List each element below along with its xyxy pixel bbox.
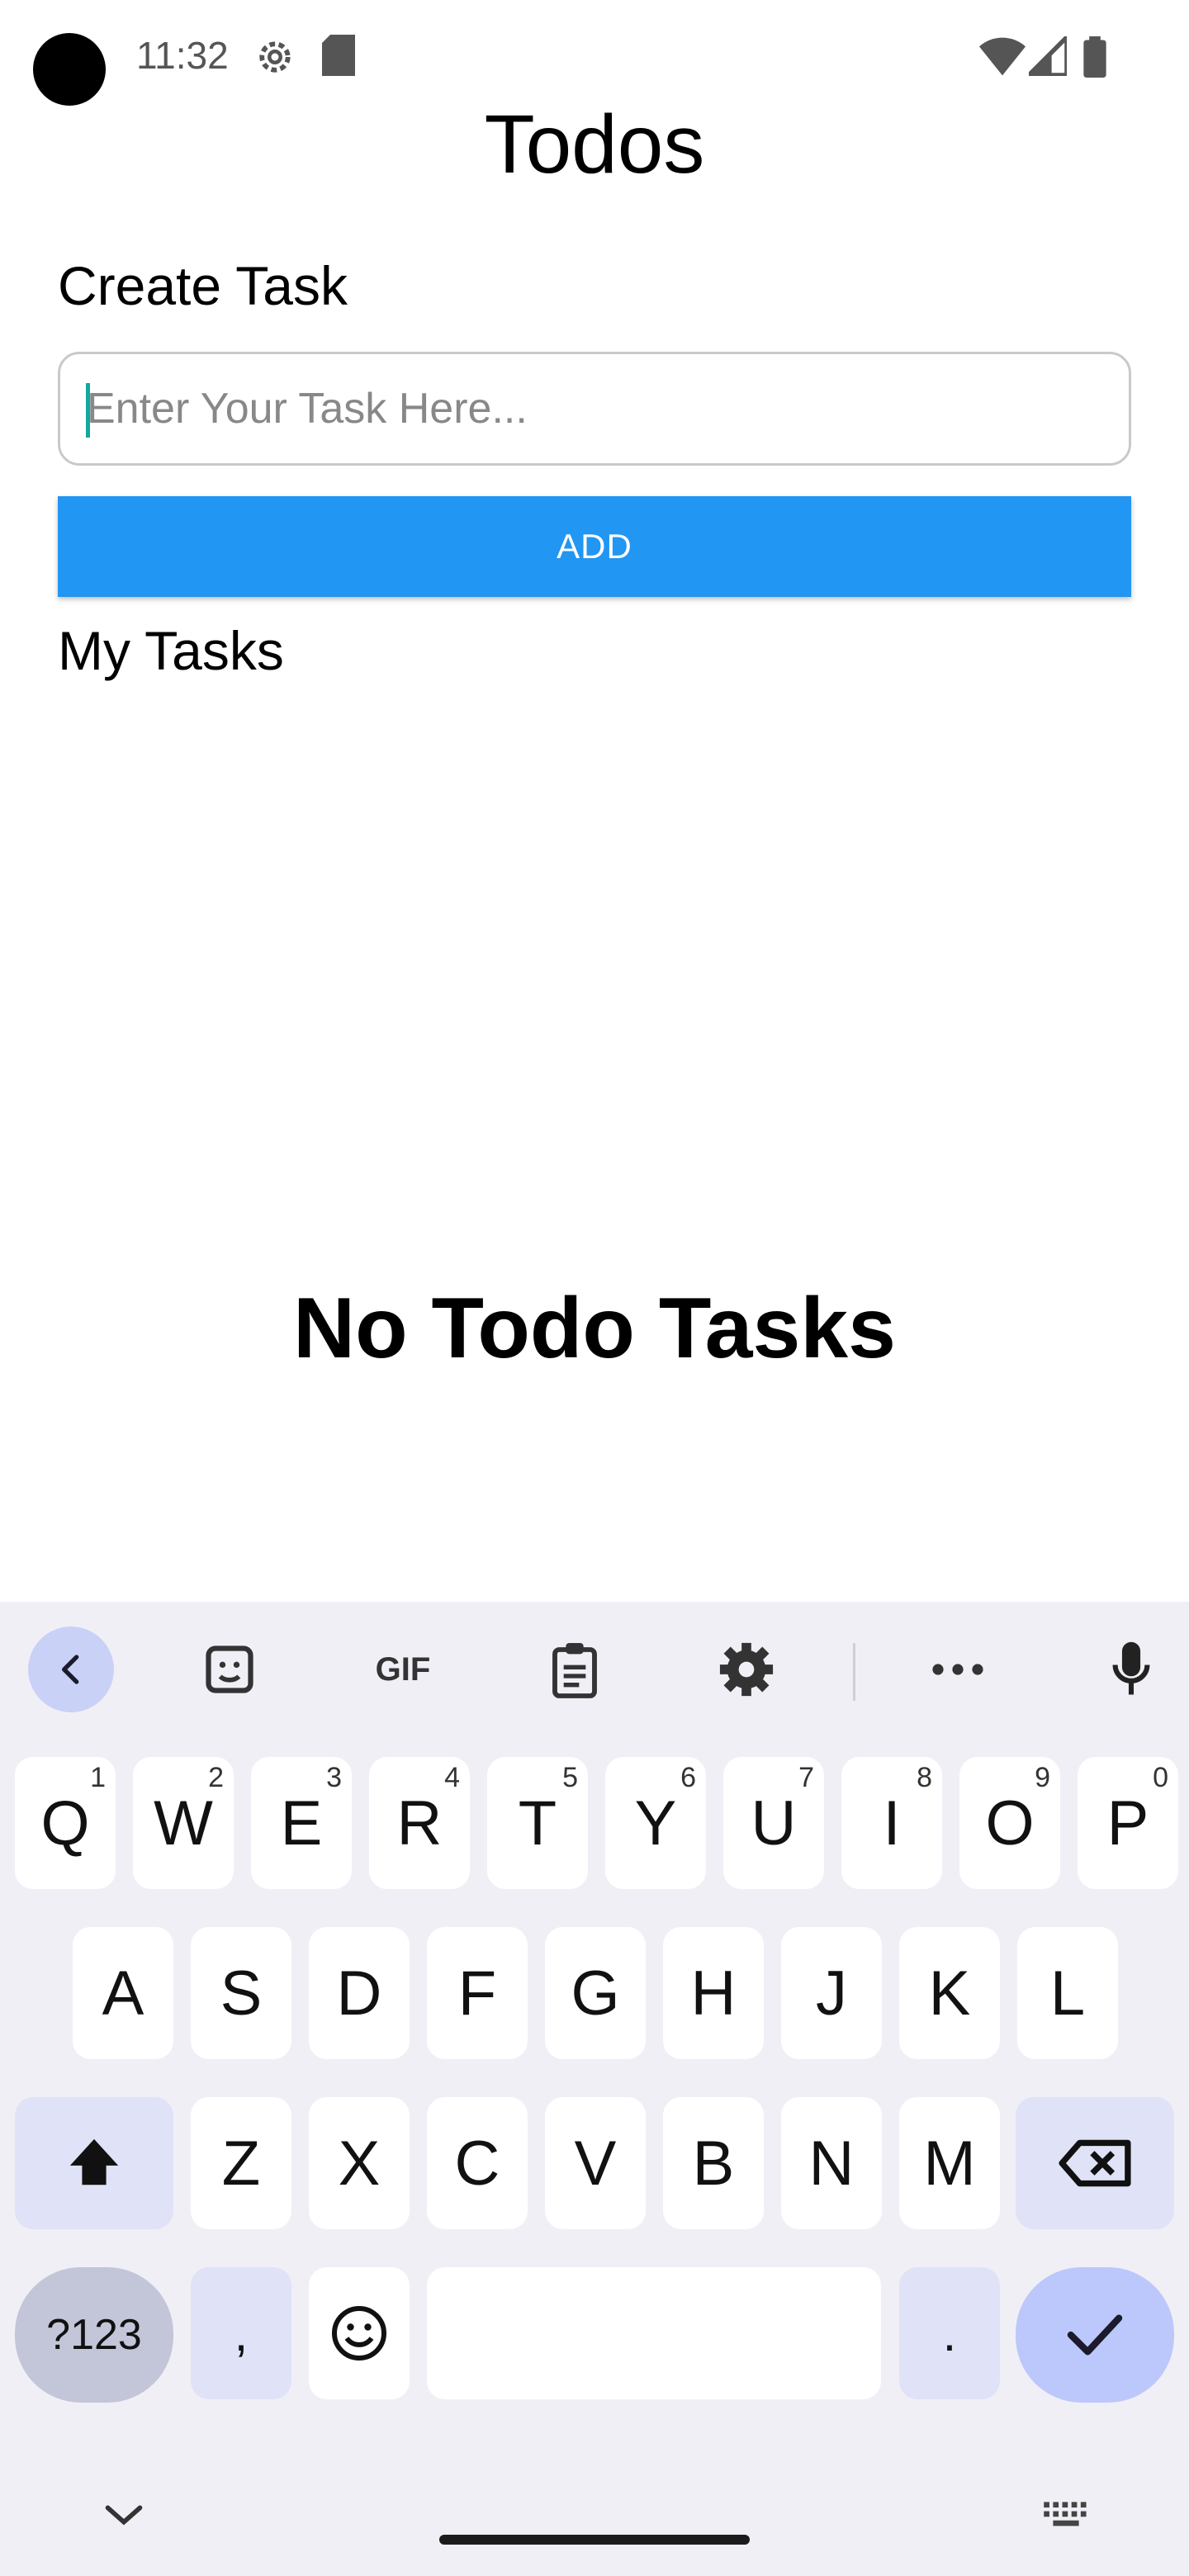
emoji-key[interactable]	[309, 2267, 410, 2399]
checkmark-icon	[1067, 2314, 1123, 2356]
gesture-nav-handle[interactable]	[439, 2535, 750, 2545]
back-icon[interactable]	[28, 1627, 114, 1712]
sticker-icon[interactable]	[187, 1627, 272, 1712]
hide-keyboard-icon[interactable]	[102, 2502, 145, 2532]
keyboard-switch-icon[interactable]	[1042, 2498, 1090, 2536]
key-f[interactable]: F	[427, 1927, 528, 2059]
key-a[interactable]: A	[73, 1927, 173, 2059]
key-j[interactable]: J	[781, 1927, 882, 2059]
key-z[interactable]: Z	[191, 2097, 291, 2229]
key-y[interactable]: Y6	[605, 1757, 706, 1889]
text-cursor	[86, 383, 90, 438]
comma-key[interactable]: ,	[191, 2267, 291, 2399]
camera-cutout	[33, 33, 106, 106]
key-k[interactable]: K	[899, 1927, 1000, 2059]
key-i[interactable]: I8	[841, 1757, 942, 1889]
key-q[interactable]: Q1	[15, 1757, 116, 1889]
key-c[interactable]: C	[427, 2097, 528, 2229]
more-icon[interactable]	[915, 1627, 1001, 1712]
key-g[interactable]: G	[545, 1927, 646, 2059]
wifi-icon	[979, 36, 1026, 80]
mic-icon[interactable]	[1088, 1627, 1174, 1712]
empty-state-message: No Todo Tasks	[293, 1281, 896, 1376]
key-m[interactable]: M	[899, 2097, 1000, 2229]
key-x[interactable]: X	[309, 2097, 410, 2229]
key-h[interactable]: H	[663, 1927, 764, 2059]
space-key[interactable]	[427, 2267, 881, 2399]
symbols-key[interactable]: ?123	[15, 2267, 173, 2403]
key-u[interactable]: U7	[723, 1757, 824, 1889]
cell-signal-icon	[1023, 31, 1069, 80]
create-task-label: Create Task	[58, 255, 348, 316]
key-s[interactable]: S	[191, 1927, 291, 2059]
sd-card-icon	[322, 35, 355, 80]
task-input[interactable]	[58, 352, 1131, 466]
my-tasks-label: My Tasks	[58, 620, 284, 681]
status-bar: 11:32	[0, 0, 1189, 107]
backspace-key[interactable]	[1016, 2097, 1174, 2229]
gif-button[interactable]: GIF	[360, 1627, 446, 1712]
key-e[interactable]: E3	[251, 1757, 352, 1889]
key-r[interactable]: R4	[369, 1757, 470, 1889]
period-key[interactable]: .	[899, 2267, 1000, 2399]
key-b[interactable]: B	[663, 2097, 764, 2229]
key-o[interactable]: O9	[959, 1757, 1060, 1889]
page-title: Todos	[484, 98, 705, 191]
emoji-icon	[332, 2306, 386, 2361]
shift-icon	[69, 2138, 119, 2185]
status-time: 11:32	[136, 34, 229, 77]
toolbar-divider	[853, 1643, 855, 1701]
key-p[interactable]: P0	[1078, 1757, 1178, 1889]
soft-keyboard: GIF Q1 W2 E3 R4 T5 Y6 U7 I8 O9 P0 A S D …	[0, 1602, 1189, 2576]
key-w[interactable]: W2	[133, 1757, 234, 1889]
keyboard-toolbar: GIF	[0, 1602, 1189, 1726]
clipboard-icon[interactable]	[532, 1627, 618, 1712]
key-n[interactable]: N	[781, 2097, 882, 2229]
battery-icon	[1083, 36, 1106, 82]
settings-icon[interactable]	[703, 1627, 789, 1712]
key-l[interactable]: L	[1017, 1927, 1118, 2059]
backspace-icon	[1059, 2139, 1131, 2187]
settings-gear-icon	[253, 35, 297, 83]
shift-key[interactable]	[15, 2097, 173, 2229]
key-v[interactable]: V	[545, 2097, 646, 2229]
key-d[interactable]: D	[309, 1927, 410, 2059]
enter-key[interactable]	[1016, 2267, 1174, 2403]
add-button[interactable]: ADD	[58, 496, 1131, 597]
key-t[interactable]: T5	[487, 1757, 588, 1889]
